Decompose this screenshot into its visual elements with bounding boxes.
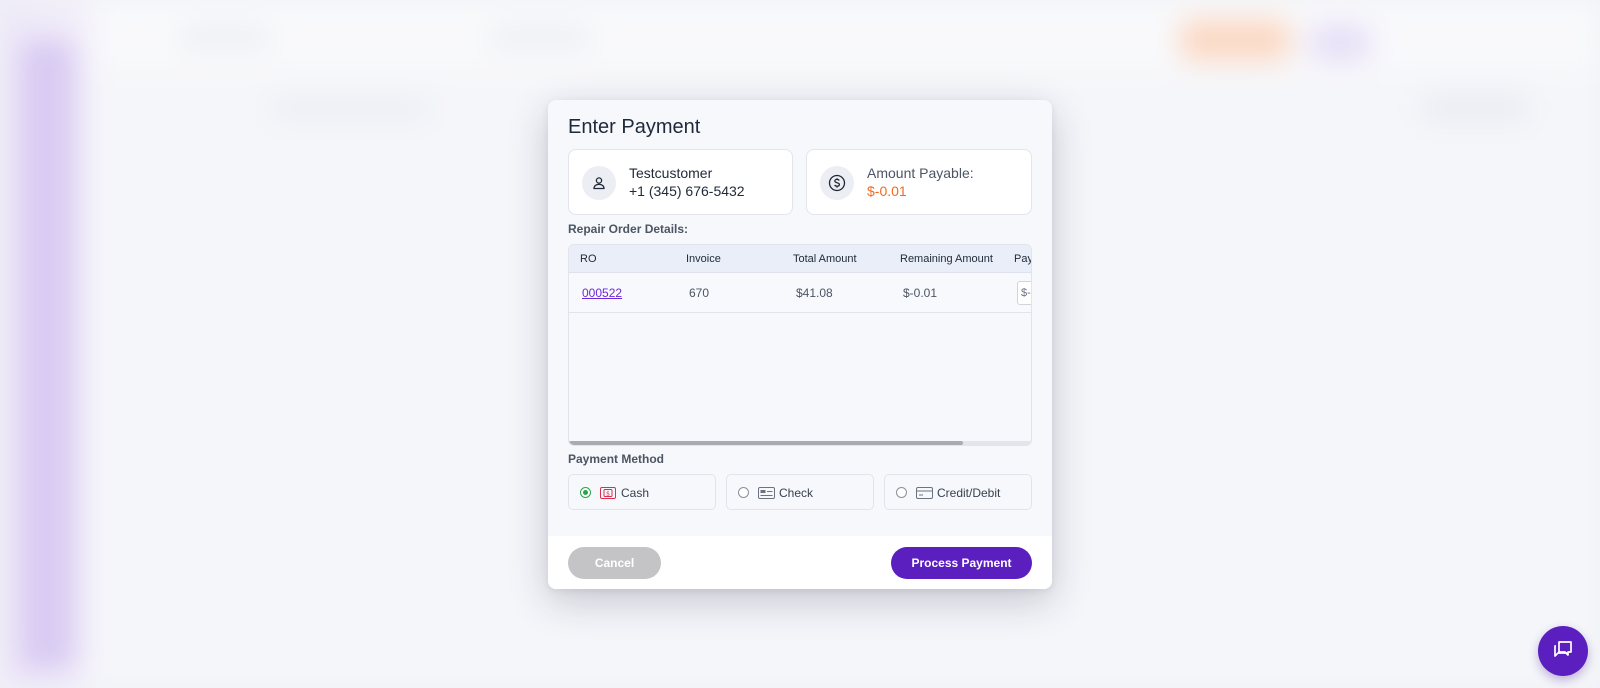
column-total-amount: Total Amount	[793, 253, 857, 265]
process-payment-button[interactable]: Process Payment	[891, 547, 1032, 579]
column-pay: Pay	[1014, 253, 1032, 265]
check-label: Check	[779, 486, 814, 500]
check-radio[interactable]	[738, 487, 749, 498]
enter-payment-modal: Enter Payment Testcustomer +1 (345) 676-…	[548, 100, 1052, 589]
payment-option-credit-debit[interactable]: Credit/Debit	[884, 474, 1032, 510]
credit-card-icon	[916, 486, 933, 504]
svg-text:$: $	[606, 491, 610, 498]
amount-payable-label: Amount Payable:	[867, 165, 974, 181]
column-invoice: Invoice	[686, 253, 721, 265]
customer-phone: +1 (345) 676-5432	[629, 183, 745, 199]
payment-option-cash[interactable]: $ Cash	[568, 474, 716, 510]
chat-icon	[1551, 637, 1575, 666]
scrollbar-thumb[interactable]	[569, 441, 963, 445]
modal-title: Enter Payment	[568, 116, 701, 138]
credit-debit-radio[interactable]	[896, 487, 907, 498]
cash-icon: $	[600, 486, 616, 504]
check-icon	[758, 486, 775, 504]
ro-link[interactable]: 000522	[582, 286, 622, 300]
cash-radio[interactable]	[580, 487, 591, 498]
payment-amount-input[interactable]: $-	[1017, 281, 1031, 305]
repair-order-label: Repair Order Details:	[568, 222, 689, 236]
invoice-cell: 670	[689, 286, 710, 300]
cancel-button[interactable]: Cancel	[568, 547, 661, 579]
horizontal-scrollbar[interactable]	[569, 441, 1031, 445]
customer-name: Testcustomer	[629, 165, 713, 181]
column-ro: RO	[580, 253, 597, 265]
chat-button[interactable]	[1538, 626, 1588, 676]
customer-card: Testcustomer +1 (345) 676-5432	[568, 149, 793, 215]
column-remaining-amount: Remaining Amount	[900, 253, 993, 265]
modal-footer: Cancel Process Payment	[548, 536, 1052, 589]
amount-card: Amount Payable: $-0.01	[806, 149, 1032, 215]
table-row: 000522 670 $41.08 $-0.01 $-	[569, 273, 1031, 313]
dollar-circle-icon	[820, 166, 854, 200]
repair-order-table: RO Invoice Total Amount Remaining Amount…	[568, 244, 1032, 446]
payment-method-label: Payment Method	[568, 452, 665, 466]
payment-option-check[interactable]: Check	[726, 474, 874, 510]
cash-label: Cash	[621, 486, 650, 500]
remaining-amount-cell: $-0.01	[903, 286, 938, 300]
amount-payable-value: $-0.01	[867, 183, 907, 199]
user-icon	[582, 166, 616, 200]
credit-debit-label: Credit/Debit	[937, 486, 1001, 500]
total-amount-cell: $41.08	[796, 286, 833, 300]
table-header: RO Invoice Total Amount Remaining Amount…	[569, 245, 1031, 273]
